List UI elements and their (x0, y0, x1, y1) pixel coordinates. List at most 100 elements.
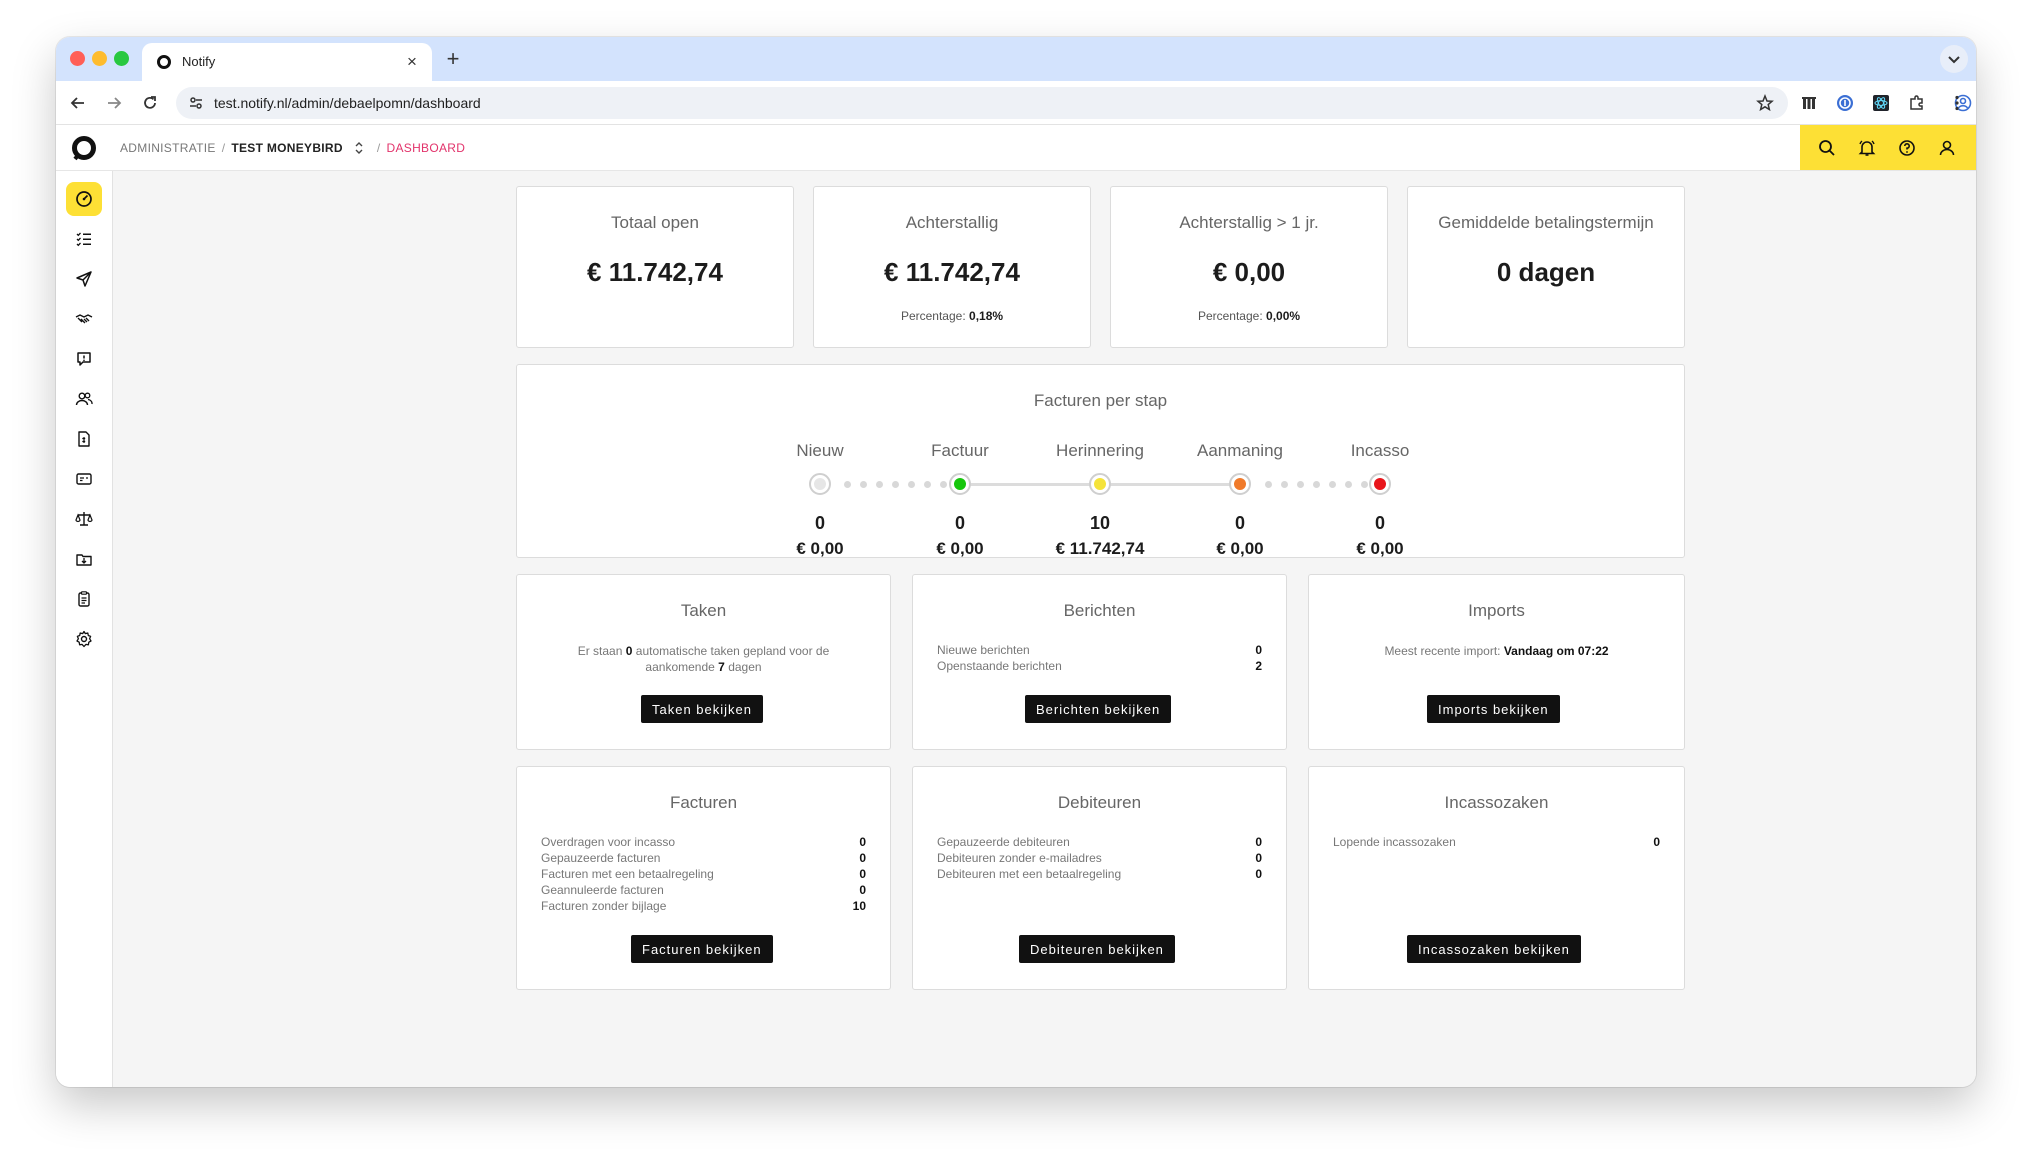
debiteuren-bekijken-button[interactable]: Debiteuren bekijken (1019, 935, 1175, 963)
row-value: 0 (1653, 835, 1660, 849)
row-label: Nieuwe berichten (937, 643, 1030, 657)
maximize-window-button[interactable] (114, 51, 129, 66)
berichten-row-openstaand: Openstaande berichten 2 (937, 659, 1262, 675)
reload-button[interactable] (138, 91, 162, 115)
tab-title: Notify (182, 54, 216, 69)
sidebar-item-payments[interactable] (66, 462, 102, 496)
account-switch-icon[interactable] (353, 141, 365, 155)
minimize-window-button[interactable] (92, 51, 107, 66)
sidebar-item-settings[interactable] (66, 622, 102, 656)
close-tab-icon[interactable]: × (402, 52, 422, 72)
sidebar-item-send[interactable] (66, 262, 102, 296)
stat-value: € 11.742,74 (884, 257, 1020, 287)
stat-label: Gemiddelde betalingstermijn (1438, 213, 1654, 232)
step-status-core (954, 478, 966, 490)
facturen-row: Geannuleerde facturen 0 (541, 883, 866, 899)
step-label: Factuur (931, 441, 989, 460)
stat-label: Totaal open (611, 213, 699, 232)
percentage-label: Percentage: (900, 309, 966, 323)
account-button[interactable] (1936, 137, 1958, 159)
step-label: Herinnering (1056, 441, 1144, 460)
sidebar-item-messages[interactable] (66, 342, 102, 376)
sidebar-item-invoices[interactable] (66, 422, 102, 456)
card-title: Facturen (669, 793, 738, 812)
sidebar-item-tasks[interactable] (66, 222, 102, 256)
password-manager-icon[interactable] (1834, 92, 1856, 114)
breadcrumb-separator: / (376, 141, 381, 155)
imports-recent-label: Meest recente import: (1384, 644, 1501, 658)
imports-bekijken-button[interactable]: Imports bekijken (1427, 695, 1560, 723)
back-button[interactable] (66, 91, 90, 115)
help-icon (1899, 140, 1915, 156)
incassozaken-card: Incassozaken Lopende incassozaken 0 Inca… (1308, 766, 1685, 990)
id-card-icon (76, 473, 92, 485)
step-status-core (1094, 478, 1106, 490)
berichten-bekijken-button[interactable]: Berichten bekijken (1025, 695, 1172, 723)
facturen-row: Gepauzeerde facturen 0 (541, 851, 866, 867)
step-status-core (1234, 478, 1246, 490)
pipeline-mini-dot (1297, 481, 1304, 488)
step-label: Incasso (1350, 441, 1410, 460)
facturen-bekijken-button[interactable]: Facturen bekijken (631, 935, 773, 963)
taken-text: automatische taken gepland voor de (635, 644, 830, 658)
taken-text: Er staan (577, 644, 623, 658)
pipeline-mini-dot (844, 481, 851, 488)
stat-label: Achterstallig (905, 213, 999, 232)
incassozaken-row: Lopende incassozaken 0 (1333, 835, 1660, 851)
sidebar-item-imports[interactable] (66, 542, 102, 576)
step-status-core (814, 478, 826, 490)
address-bar[interactable]: test.notify.nl/admin/debaelpomn/dashboar… (176, 87, 1788, 119)
step-status-dot (1089, 473, 1111, 495)
sidebar-item-agreements[interactable] (66, 302, 102, 336)
help-button[interactable] (1896, 137, 1918, 159)
tab-search-button[interactable] (1940, 45, 1968, 73)
arrow-right-icon (108, 97, 122, 109)
row-label: Openstaande berichten (937, 659, 1062, 673)
browser-menu-icon[interactable] (1946, 92, 1968, 114)
extensions-puzzle-icon[interactable] (1906, 92, 1928, 114)
card-title: Berichten (1063, 601, 1136, 620)
bookmark-star-icon[interactable] (1756, 94, 1774, 112)
react-devtools-icon[interactable] (1870, 92, 1892, 114)
row-label: Gepauzeerde facturen (541, 851, 661, 865)
tab-notify[interactable]: Notify × (142, 43, 432, 81)
sidebar-item-dashboard[interactable] (66, 182, 102, 216)
sidebar-item-collections[interactable] (66, 502, 102, 536)
tab-strip: Notify × + (56, 37, 1976, 81)
invoice-icon (78, 431, 90, 447)
card-title: Debiteuren (1057, 793, 1142, 812)
imports-recent: Meest recente import: Vandaag om 07:22 (1319, 643, 1674, 659)
step-label: Nieuw (796, 441, 844, 460)
step-status-dot (949, 473, 971, 495)
taken-bekijken-button[interactable]: Taken bekijken (641, 695, 763, 723)
step-label: Aanmaning (1196, 441, 1283, 460)
pipeline-card: Facturen per stap Nieuw 0 € 0,00 Factuur… (516, 364, 1685, 558)
pipeline-mini-dot (1281, 481, 1288, 488)
breadcrumb-account[interactable]: TEST MONEYBIRD (231, 141, 343, 155)
handshake-icon (75, 314, 93, 324)
header-actions (1800, 125, 1976, 170)
incassozaken-bekijken-button[interactable]: Incassozaken bekijken (1407, 935, 1581, 963)
breadcrumb: ADMINISTRATIE / TEST MONEYBIRD / DASHBOA… (120, 141, 465, 155)
sidebar-item-debtors[interactable] (66, 382, 102, 416)
extension-tower-icon[interactable] (1798, 92, 1820, 114)
taken-summary: Er staan 0 automatische taken gepland vo… (541, 643, 866, 675)
breadcrumb-administratie[interactable]: ADMINISTRATIE (120, 141, 216, 155)
browser-toolbar: test.notify.nl/admin/debaelpomn/dashboar… (56, 81, 1976, 125)
step-count: 0 (814, 513, 825, 533)
sidebar-item-reports[interactable] (66, 582, 102, 616)
new-tab-button[interactable]: + (441, 47, 465, 71)
dashboard-icon (76, 191, 92, 207)
close-window-button[interactable] (70, 51, 85, 66)
notify-logo-icon[interactable] (71, 135, 97, 161)
pipeline-mini-dot (892, 481, 899, 488)
notifications-button[interactable] (1856, 137, 1878, 159)
url-text: test.notify.nl/admin/debaelpomn/dashboar… (214, 95, 481, 111)
forward-button[interactable] (102, 91, 126, 115)
chevron-down-icon (1948, 56, 1960, 64)
step-status-core (1374, 478, 1386, 490)
search-button[interactable] (1816, 137, 1838, 159)
facturen-row: Facturen zonder bijlage 10 (541, 899, 866, 915)
row-value: 0 (1255, 835, 1262, 849)
row-value: 0 (859, 867, 866, 881)
